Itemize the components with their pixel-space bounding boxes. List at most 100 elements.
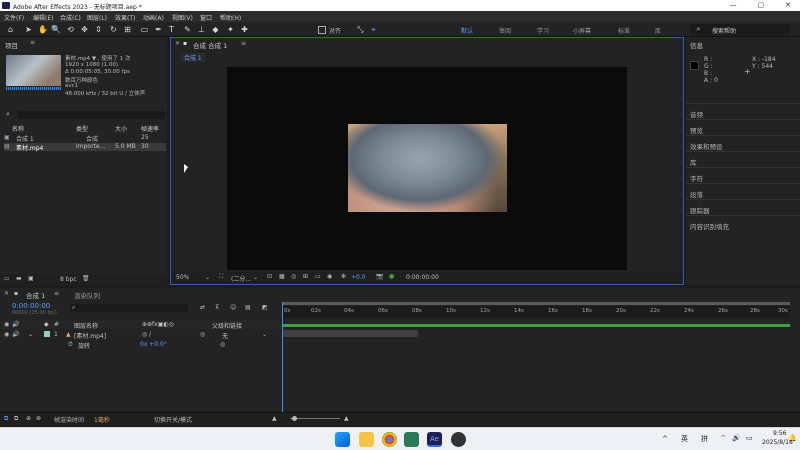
rotation-tool-icon[interactable]: ↻ [109, 25, 118, 34]
time-ruler[interactable]: 0s 02s 04s 06s 08s 10s 12s 14s 16s 18s 2… [282, 306, 790, 318]
lock-icon[interactable]: ▪ [14, 290, 18, 297]
interpret-footage-icon[interactable]: ▭ [4, 275, 10, 282]
panel-audio[interactable]: 音频 [690, 109, 703, 119]
hand-tool-icon[interactable]: ✋ [38, 25, 48, 34]
audio-icon[interactable]: 🔊 [12, 321, 19, 328]
column-type[interactable]: 类型 [76, 124, 88, 133]
expand-chevron-icon[interactable]: ⌄ [28, 331, 33, 338]
minimize-button[interactable]: — [723, 1, 743, 10]
roto-brush-icon[interactable]: ✦ [226, 25, 235, 34]
exposure-icon[interactable]: ✻ [341, 273, 346, 280]
menu-file[interactable]: 文件(F) [4, 13, 24, 22]
layer-row[interactable]: ◉ 🔊 ⌄ 1 ▲ [素材.mp4] ◎ / ◎ 无 ⌄ [0, 330, 280, 340]
new-comp-icon[interactable]: ▣ [28, 275, 34, 282]
anchor-point-icon[interactable]: ⊞ [123, 25, 132, 34]
menu-help[interactable]: 帮助(H) [220, 13, 241, 22]
project-search-input[interactable] [18, 111, 165, 119]
viewer-tab[interactable]: 合成 合成 1 [193, 40, 227, 50]
wechat-icon[interactable] [404, 432, 419, 447]
input-lang-english[interactable]: 英 [681, 434, 688, 444]
project-item-footage[interactable]: ▤ 素材.mp4 Importe... 5.0 MB 30 [4, 143, 166, 152]
workspace-small-screen[interactable]: 小屏幕 [573, 26, 591, 35]
puppet-pin-icon[interactable]: ✚ [240, 25, 249, 34]
frame-blending-icon[interactable]: ▤ [245, 304, 251, 311]
info-panel-title[interactable]: 信息 [690, 40, 703, 50]
parent-header[interactable]: 父级和链接 [212, 321, 242, 330]
pen-tool-icon[interactable]: ✒ [154, 25, 163, 34]
viewer-timecode[interactable]: 0:00:00:00 [406, 274, 439, 281]
crop-icon[interactable]: ⛶ [219, 273, 223, 281]
audio-icon[interactable]: 🔊 [12, 331, 19, 338]
workspace-review[interactable]: 审阅 [499, 26, 511, 35]
resolution-select[interactable]: (二分... [231, 274, 251, 283]
panel-paragraph[interactable]: 段落 [690, 189, 703, 199]
zoom-in-icon[interactable]: ▲ [344, 415, 349, 422]
maximize-button[interactable]: ▢ [751, 1, 771, 10]
layer-search-input[interactable]: ⌕ [70, 304, 188, 312]
view-layout-icon[interactable]: ▭ [315, 273, 321, 280]
work-area-bar[interactable] [282, 302, 790, 305]
toggle-switches-modes[interactable]: 切换开关/模式 [154, 415, 192, 424]
comp-flowchart-icon[interactable]: ⇄ [200, 304, 205, 311]
column-rate[interactable]: 帧速率 [141, 124, 159, 133]
layer-switches-toggle-icon[interactable]: ⧉ [4, 415, 8, 423]
clock-time[interactable]: 9:56 [773, 430, 786, 437]
exposure-value[interactable]: +0.0 [351, 274, 366, 281]
expression-icon[interactable]: ◎ [220, 341, 225, 348]
time-stretch-icon[interactable]: ⊗ [36, 415, 41, 422]
menu-edit[interactable]: 编辑(E) [33, 13, 53, 22]
brush-tool-icon[interactable]: ✎ [183, 25, 192, 34]
menu-view[interactable]: 视图(V) [172, 13, 193, 22]
workspace-default[interactable]: 默认 [461, 26, 473, 35]
zoom-slider-handle[interactable] [292, 416, 297, 421]
home-icon[interactable]: ⌂ [6, 25, 15, 34]
bpc-label[interactable]: 8 bpc [60, 276, 77, 283]
show-snapshot-icon[interactable]: ● [389, 273, 394, 280]
align-checkbox[interactable] [318, 26, 326, 34]
menu-window[interactable]: 窗口 [200, 13, 212, 22]
visibility-icon[interactable]: ◉ [4, 321, 9, 328]
visibility-icon[interactable]: ◉ [4, 331, 9, 338]
network-icon[interactable]: ⌔ [720, 434, 727, 443]
snap-icon[interactable]: ⤡ [356, 25, 365, 34]
panel-menu-icon[interactable]: ≡ [30, 39, 35, 46]
region-of-interest-icon[interactable]: ⊡ [267, 273, 272, 280]
stopwatch-icon[interactable]: ⏱ [68, 341, 73, 349]
snap-options-icon[interactable]: ⌖ [369, 25, 378, 34]
in-out-icon[interactable]: ⊕ [26, 415, 31, 422]
panel-menu-icon[interactable]: ≡ [54, 290, 59, 297]
selection-tool-icon[interactable]: ➤ [24, 25, 33, 34]
app-taskbar-icon[interactable] [451, 432, 466, 447]
panel-preview[interactable]: 预览 [690, 125, 703, 135]
pan-camera-icon[interactable]: ✥ [80, 25, 89, 34]
panel-character[interactable]: 字符 [690, 173, 703, 183]
column-size[interactable]: 大小 [115, 124, 127, 133]
layer-duration-bar[interactable] [282, 330, 418, 337]
clone-stamp-icon[interactable]: ⊥ [197, 25, 206, 34]
parent-pickwhip-icon[interactable]: ◎ [200, 331, 205, 338]
layer-switches[interactable]: ◎ / [142, 331, 151, 338]
label-color-swatch[interactable] [44, 331, 50, 337]
comp-breadcrumb[interactable]: 合成 1 [181, 53, 205, 62]
layer-name[interactable]: [素材.mp4] [74, 331, 106, 340]
color-channel-icon[interactable]: ◉ [327, 273, 332, 280]
draft-3d-icon[interactable]: ⊼ [215, 304, 219, 311]
render-queue-tab[interactable]: 渲染队列 [74, 290, 100, 300]
chrome-icon[interactable] [382, 432, 397, 447]
shy-icon[interactable]: ☺ [230, 304, 236, 311]
label-icon[interactable]: ◆ [44, 321, 49, 328]
close-tab-icon[interactable]: ✕ [175, 40, 180, 47]
help-search-input[interactable]: ⌕ 搜索帮助 [690, 24, 790, 35]
volume-icon[interactable]: 🔊 [732, 434, 741, 442]
panel-tracker[interactable]: 跟踪器 [690, 205, 710, 215]
timeline-zoom-slider[interactable] [290, 418, 340, 419]
timeline-tab[interactable]: 合成 1 [26, 290, 45, 300]
workspace-libraries[interactable]: 库 [655, 26, 661, 35]
parent-select[interactable]: 无 [222, 331, 228, 340]
rotation-value[interactable]: 0x +0.0° [140, 341, 167, 348]
close-tab-icon[interactable]: ✕ [4, 290, 9, 297]
zoom-out-icon[interactable]: ▲ [272, 415, 277, 422]
windows-start-icon[interactable] [335, 432, 350, 447]
rectangle-tool-icon[interactable]: ▭ [140, 25, 149, 34]
new-folder-icon[interactable]: ▬ [16, 275, 22, 282]
